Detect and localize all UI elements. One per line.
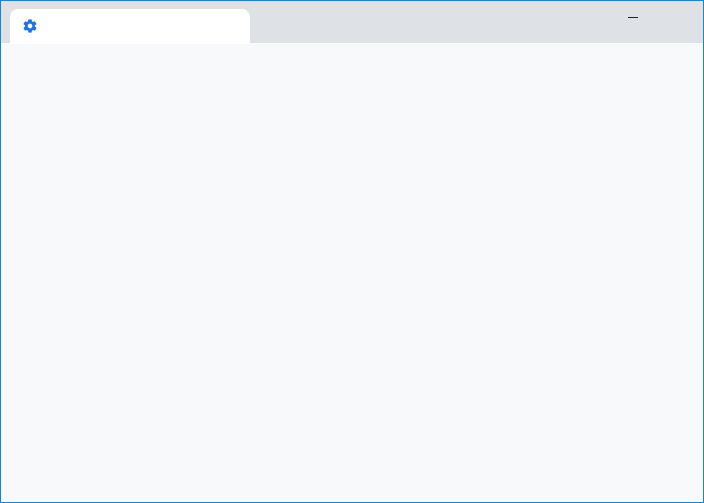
tab-settings[interactable] [10, 9, 250, 44]
browser-window [1, 1, 703, 502]
maximize-button-area [614, 5, 654, 29]
gear-icon [23, 19, 37, 33]
title-bar [1, 1, 703, 44]
